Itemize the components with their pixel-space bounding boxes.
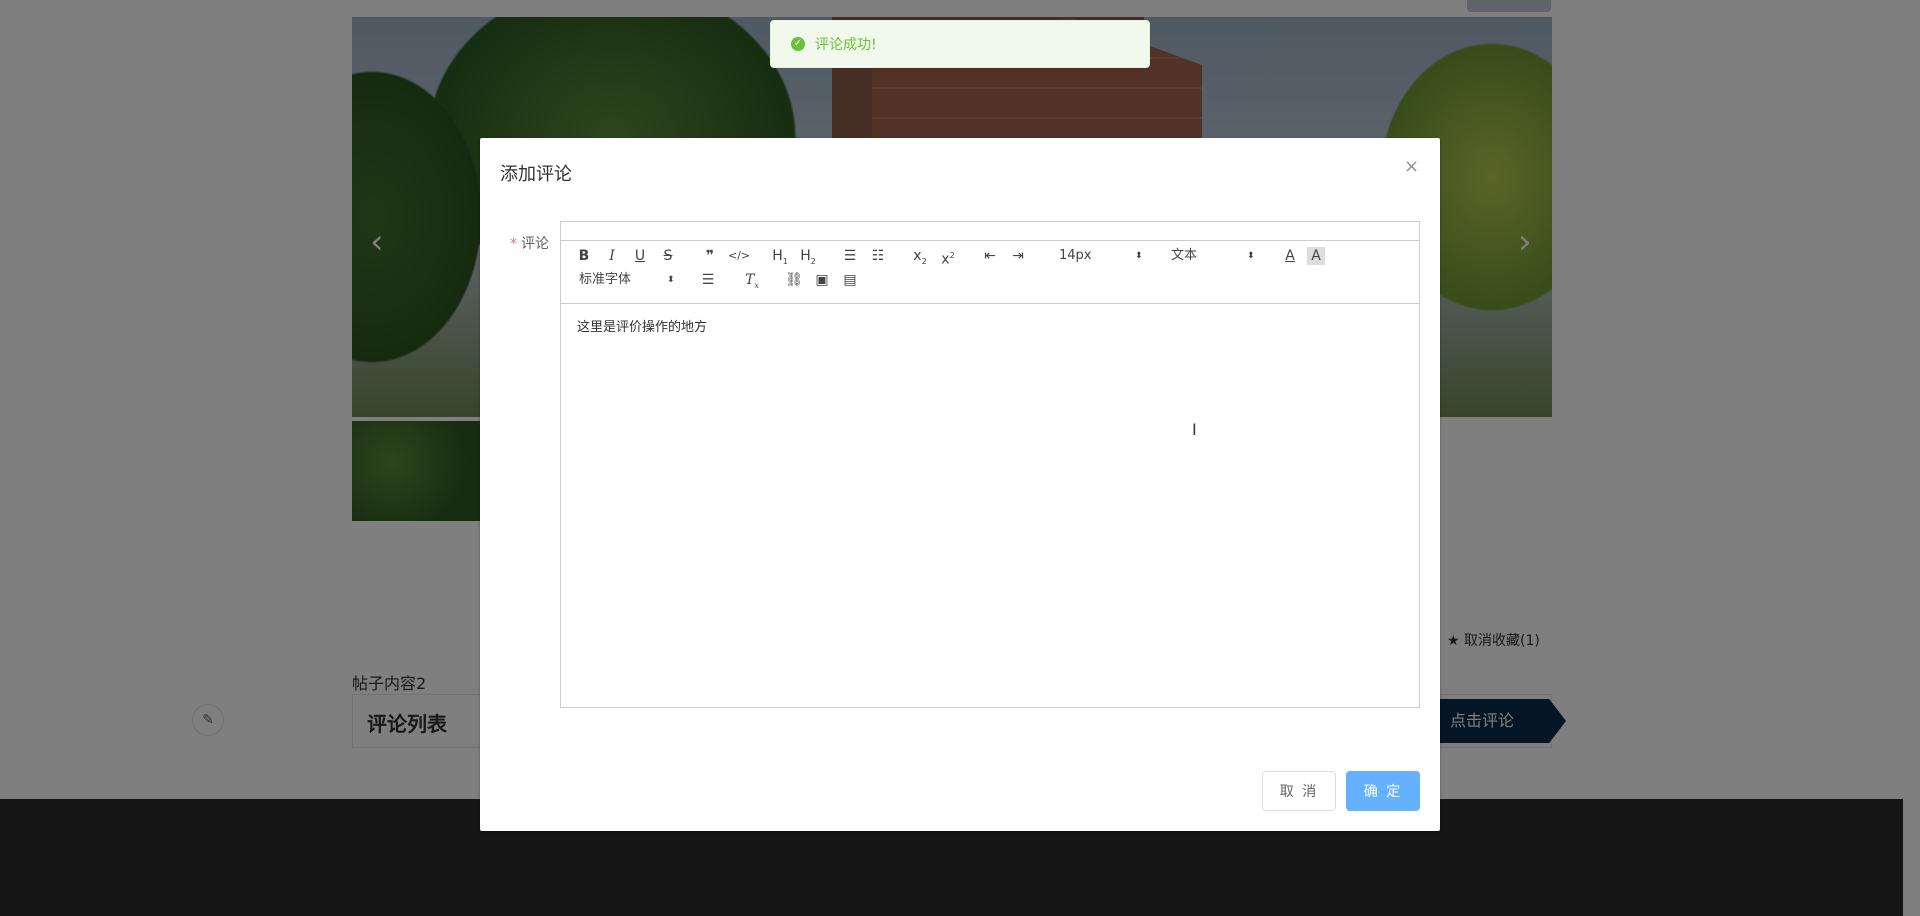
image-icon[interactable]: ▣ <box>813 271 831 289</box>
align-icon[interactable]: ☰ <box>699 271 717 289</box>
editor-toolbar: B I U S ❞ </> H1 H2 ☰ ☷ x2 x2 ⇤ ⇥ 14px ⬍… <box>561 241 1419 304</box>
italic-icon[interactable]: I <box>603 247 621 265</box>
header-select[interactable]: 文本 ⬍ <box>1171 247 1255 265</box>
superscript-icon[interactable]: x2 <box>939 247 957 269</box>
add-comment-dialog: 添加评论 × * 评论 B I U S ❞ </> H1 H2 ☰ ☷ x2 x2… <box>480 138 1440 831</box>
heading1-icon[interactable]: H1 <box>771 247 789 271</box>
font-size-value: 14px <box>1059 248 1092 263</box>
toast-message: 评论成功! <box>815 37 877 53</box>
success-toast: ✓ 评论成功! <box>770 20 1150 68</box>
select-caret-icon: ⬍ <box>1135 251 1143 261</box>
select-caret-icon: ⬍ <box>667 275 675 285</box>
outdent-icon[interactable]: ⇤ <box>981 247 999 265</box>
underline-icon[interactable]: U <box>631 247 649 265</box>
strikethrough-icon[interactable]: S <box>659 247 677 265</box>
heading2-icon[interactable]: H2 <box>799 247 817 271</box>
comment-field-label: * 评论 <box>510 233 549 253</box>
bullet-list-icon[interactable]: ☷ <box>869 247 887 265</box>
editor-content[interactable]: 这里是评价操作的地方 <box>577 316 707 335</box>
font-color-icon[interactable]: A <box>1281 247 1299 265</box>
dialog-title: 添加评论 <box>500 164 572 185</box>
indent-icon[interactable]: ⇥ <box>1009 247 1027 265</box>
success-check-icon: ✓ <box>791 37 805 51</box>
cancel-button[interactable]: 取 消 <box>1262 771 1336 811</box>
editor-top-border <box>561 222 1419 241</box>
required-mark: * <box>510 236 517 252</box>
comment-label-text: 评论 <box>521 236 549 252</box>
rich-text-editor: B I U S ❞ </> H1 H2 ☰ ☷ x2 x2 ⇤ ⇥ 14px ⬍… <box>560 221 1420 708</box>
ordered-list-icon[interactable]: ☰ <box>841 247 859 265</box>
clear-format-icon[interactable]: Tx <box>743 271 761 295</box>
background-color-icon[interactable]: A <box>1307 247 1325 265</box>
font-family-select[interactable]: 标准字体 ⬍ <box>579 271 675 289</box>
select-caret-icon: ⬍ <box>1247 251 1255 261</box>
confirm-button[interactable]: 确 定 <box>1346 771 1420 811</box>
text-cursor-icon: I <box>1192 420 1197 439</box>
subscript-icon[interactable]: x2 <box>911 247 929 271</box>
video-icon[interactable]: ▤ <box>841 271 859 289</box>
link-icon[interactable]: ⛓ <box>785 271 803 289</box>
header-value: 文本 <box>1171 248 1198 263</box>
blockquote-icon[interactable]: ❞ <box>701 247 719 265</box>
font-family-value: 标准字体 <box>579 272 632 287</box>
close-icon[interactable]: × <box>1404 156 1419 177</box>
bold-icon[interactable]: B <box>575 247 593 265</box>
code-block-icon[interactable]: </> <box>728 247 750 265</box>
font-size-select[interactable]: 14px ⬍ <box>1059 247 1143 265</box>
